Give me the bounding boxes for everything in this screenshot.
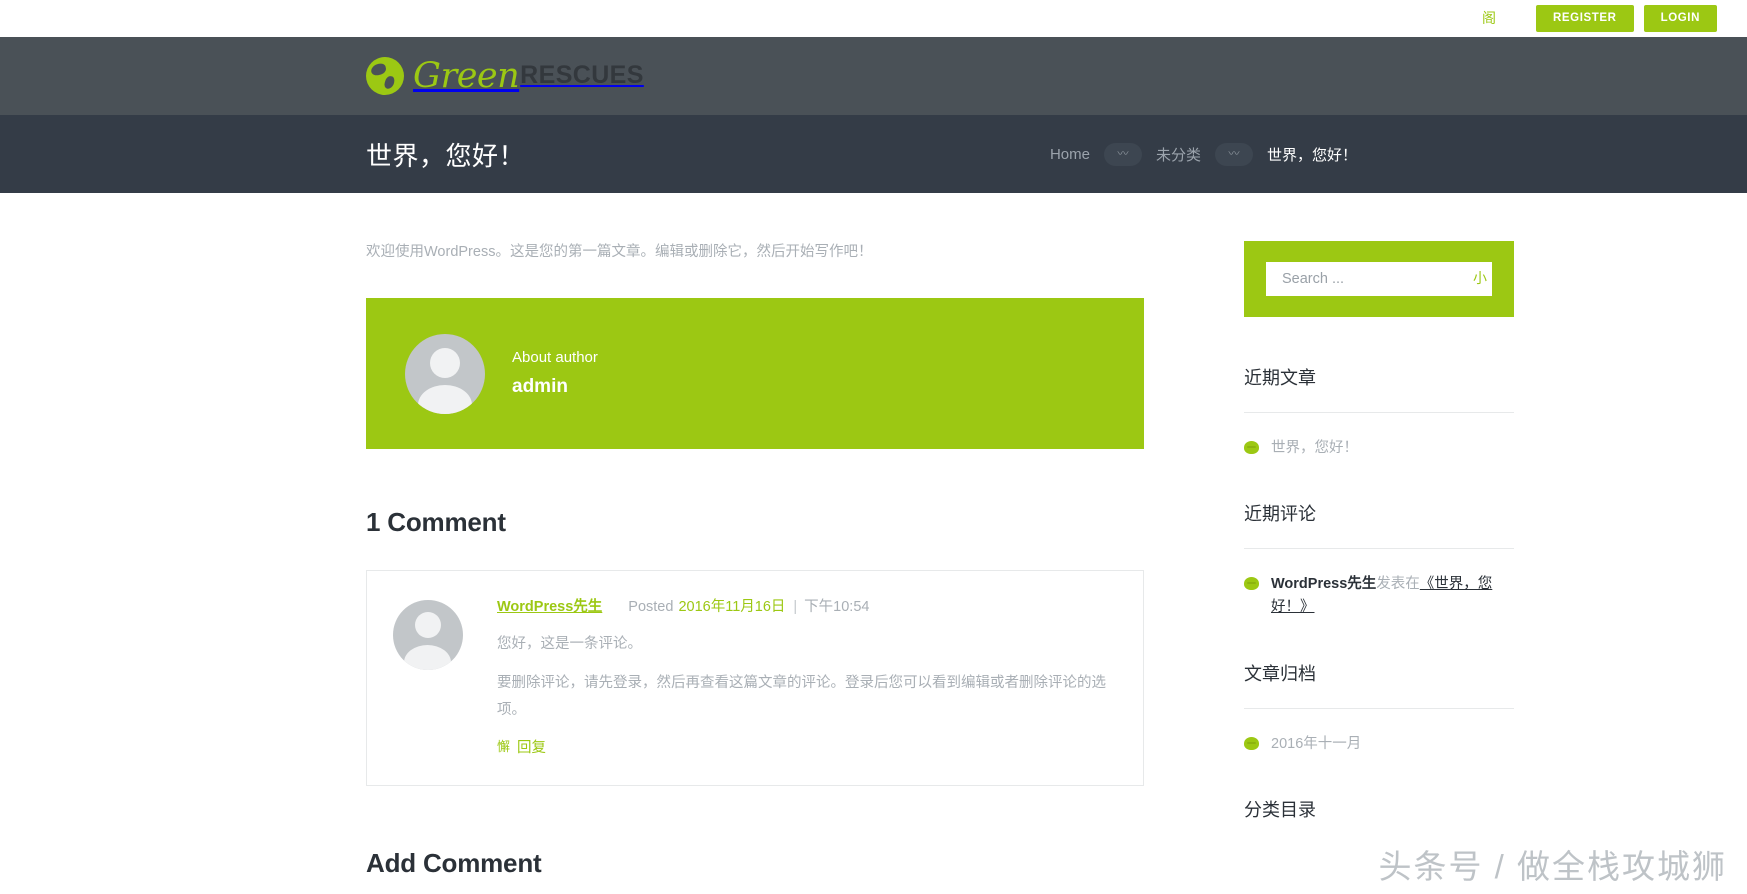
comment-date: 2016年11月16日 (678, 595, 785, 616)
comment-meta: WordPress先生 Posted 2016年11月16日 | 下午10:54 (497, 595, 1117, 616)
post-intro-text: 欢迎使用WordPress。这是您的第一篇文章。编辑或删除它，然后开始写作吧！ (366, 241, 1144, 264)
list-item[interactable]: 2016年十一月 (1244, 733, 1514, 756)
globe-icon (366, 57, 404, 95)
reply-icon: 懈 (497, 740, 510, 753)
breadcrumb-home[interactable]: Home (1040, 146, 1100, 163)
widget-recent-comments: 近期评论 WordPress先生发表在《世界，您好！》 (1244, 500, 1514, 619)
comments-heading: 1 Comment (366, 507, 1144, 538)
widget-title: 分类目录 (1244, 796, 1514, 822)
widget-title: 近期评论 (1244, 500, 1514, 526)
leaf-bullet-icon (1244, 577, 1259, 590)
comment-reply-label: 回复 (517, 736, 546, 757)
page-wrapper: 欢迎使用WordPress。这是您的第一篇文章。编辑或删除它，然后开始写作吧！ … (0, 193, 1747, 894)
logo-text-green: Green (413, 59, 519, 94)
page-title: 世界，您好！ (366, 136, 525, 173)
recent-comment-author: WordPress先生 (1271, 576, 1376, 592)
top-bar: 阁 REGISTER LOGIN (0, 0, 1747, 37)
site-logo[interactable]: Green RESCUES (366, 57, 644, 95)
comment-time: 下午10:54 (804, 595, 869, 616)
list-item[interactable]: 世界，您好！ (1244, 437, 1514, 460)
comment-meta-separator: | (793, 599, 797, 615)
comment-text-line-1: 您好，这是一条评论。 (497, 631, 1117, 658)
recent-comment-middle: 发表在 (1376, 576, 1420, 592)
author-avatar (405, 334, 485, 414)
comment-author-link[interactable]: WordPress先生 (497, 595, 602, 616)
watermark-text: 头条号 / 做全栈攻城狮 (1378, 840, 1727, 888)
search-icon[interactable]: 小 (1471, 272, 1489, 286)
language-glyph-icon[interactable]: 阁 (1482, 12, 1496, 26)
widget-recent-posts: 近期文章 世界，您好！ (1244, 364, 1514, 460)
about-author-label: About author (512, 349, 598, 366)
widget-divider (1244, 548, 1514, 549)
widget-archives: 文章归档 2016年十一月 (1244, 660, 1514, 756)
comment-reply-link[interactable]: 懈 回复 (497, 736, 546, 757)
comment-posted-label: Posted (628, 599, 673, 615)
list-item[interactable]: WordPress先生发表在《世界，您好！》 (1244, 573, 1514, 619)
widget-categories: 分类目录 (1244, 796, 1514, 822)
breadcrumb-category[interactable]: 未分类 (1146, 144, 1211, 165)
comment-text-line-2: 要删除评论，请先登录，然后再查看这篇文章的评论。登录后您可以看到编辑或者删除评论… (497, 670, 1117, 724)
search-widget: 小 (1244, 241, 1514, 317)
search-input[interactable] (1280, 270, 1471, 288)
author-name: admin (512, 376, 598, 398)
page-title-bar: 世界，您好！ Home 〰 未分类 〰 世界，您好！ (0, 115, 1747, 193)
leaf-bullet-icon (1244, 441, 1259, 454)
comment-item: WordPress先生 Posted 2016年11月16日 | 下午10:54… (366, 570, 1144, 785)
breadcrumb-separator-icon: 〰 (1104, 143, 1142, 166)
commenter-avatar (393, 600, 463, 670)
site-header: Green RESCUES (0, 37, 1747, 115)
archive-link[interactable]: 2016年十一月 (1271, 733, 1361, 756)
add-comment-heading: Add Comment (366, 848, 1144, 879)
breadcrumb-current: 世界，您好！ (1257, 144, 1367, 165)
leaf-bullet-icon (1244, 737, 1259, 750)
widget-divider (1244, 412, 1514, 413)
widget-title: 文章归档 (1244, 660, 1514, 686)
breadcrumb-separator-icon: 〰 (1215, 143, 1253, 166)
register-button[interactable]: REGISTER (1536, 5, 1634, 32)
recent-post-link[interactable]: 世界，您好！ (1271, 437, 1358, 460)
login-button[interactable]: LOGIN (1644, 5, 1717, 32)
logo-text-dark: RESCUES (520, 63, 644, 90)
widget-title: 近期文章 (1244, 364, 1514, 390)
main-content: 欢迎使用WordPress。这是您的第一篇文章。编辑或删除它，然后开始写作吧！ … (366, 241, 1144, 894)
sidebar: 小 近期文章 世界，您好！ 近期评论 WordPress先生发表在《世界，您好！… (1244, 241, 1514, 894)
breadcrumb: Home 〰 未分类 〰 世界，您好！ (1040, 143, 1367, 166)
widget-divider (1244, 708, 1514, 709)
about-author-box: About author admin (366, 298, 1144, 449)
